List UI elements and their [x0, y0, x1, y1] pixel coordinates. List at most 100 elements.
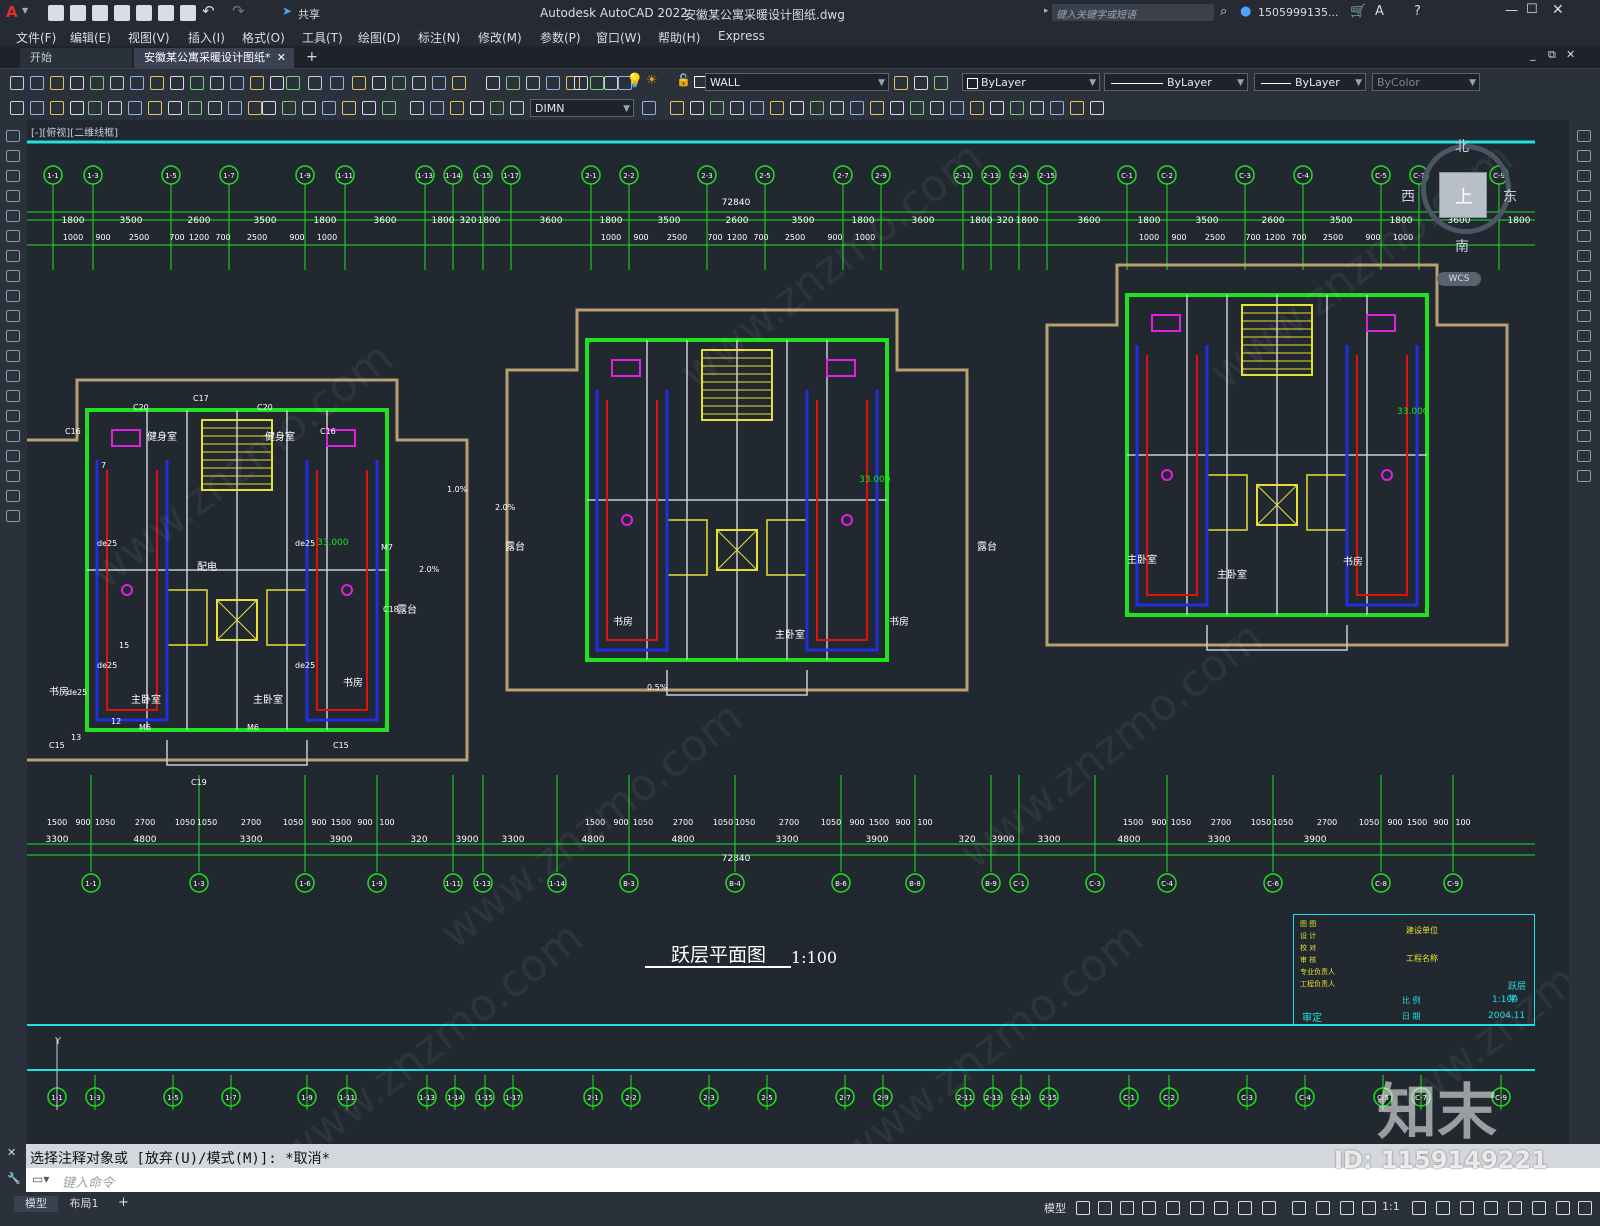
menu-4[interactable]: 格式(O)	[242, 29, 285, 46]
draw-palette-icon[interactable]	[6, 230, 20, 242]
status-toggle-icon[interactable]	[1166, 1201, 1180, 1215]
std-tool-icon[interactable]	[604, 76, 618, 90]
plotstyle-dropdown[interactable]: ByColor ▼	[1372, 73, 1480, 91]
draw-tool-icon[interactable]	[70, 101, 84, 115]
draw-tool-icon[interactable]	[1050, 101, 1064, 115]
std-tool-icon[interactable]	[452, 76, 466, 90]
status-toggle-icon[interactable]	[1076, 1201, 1090, 1215]
std-tool-icon[interactable]	[546, 76, 560, 90]
menu-5[interactable]: 工具(T)	[302, 29, 343, 46]
draw-tool-icon[interactable]	[910, 101, 924, 115]
modify-palette-icon[interactable]	[1577, 270, 1591, 282]
draw-palette-icon[interactable]	[6, 270, 20, 282]
std-tool-icon[interactable]	[308, 76, 322, 90]
std-tool-icon[interactable]	[170, 76, 184, 90]
new-tab-icon[interactable]: +	[306, 49, 318, 65]
draw-tool-icon[interactable]	[282, 101, 296, 115]
draw-tool-icon[interactable]	[470, 101, 484, 115]
dimstyle-dropdown[interactable]: DIMN ▼	[530, 99, 634, 117]
status-toggle-icon[interactable]	[1214, 1201, 1228, 1215]
draw-tool-icon[interactable]	[730, 101, 744, 115]
std-tool-icon[interactable]	[372, 76, 386, 90]
doc-minimize-icon[interactable]: _	[1530, 48, 1536, 61]
annotation-scale[interactable]: 1:1	[1382, 1200, 1400, 1213]
lock-icon[interactable]: 🔓	[676, 73, 691, 87]
draw-tool-icon[interactable]	[970, 101, 984, 115]
std-tool-icon[interactable]	[914, 76, 928, 90]
draw-tool-icon[interactable]	[1070, 101, 1084, 115]
std-tool-icon[interactable]	[110, 76, 124, 90]
std-tool-icon[interactable]	[330, 76, 344, 90]
draw-tool-icon[interactable]	[382, 101, 396, 115]
draw-tool-icon[interactable]	[930, 101, 944, 115]
draw-tool-icon[interactable]	[950, 101, 964, 115]
draw-palette-icon[interactable]	[6, 410, 20, 422]
status-toggle-icon[interactable]	[1340, 1201, 1354, 1215]
draw-palette-icon[interactable]	[6, 470, 20, 482]
status-toggle-icon[interactable]	[1508, 1201, 1522, 1215]
draw-palette-icon[interactable]	[6, 430, 20, 442]
draw-tool-icon[interactable]	[262, 101, 276, 115]
redo-icon[interactable]: ↷	[232, 2, 245, 20]
command-side-handle[interactable]: ✕ 🔧	[0, 1144, 26, 1192]
add-layout-button[interactable]: +	[118, 1195, 129, 1210]
modify-palette-icon[interactable]	[1577, 350, 1591, 362]
draw-tool-icon[interactable]	[1030, 101, 1044, 115]
draw-tool-icon[interactable]	[10, 101, 24, 115]
draw-palette-icon[interactable]	[6, 290, 20, 302]
search-expand-icon[interactable]: ▸	[1044, 6, 1049, 16]
draw-tool-icon[interactable]	[810, 101, 824, 115]
status-toggle-icon[interactable]	[1262, 1201, 1276, 1215]
draw-tool-icon[interactable]	[228, 101, 242, 115]
status-toggle-icon[interactable]	[1556, 1201, 1570, 1215]
menu-11[interactable]: 帮助(H)	[658, 29, 700, 46]
draw-tool-icon[interactable]	[30, 101, 44, 115]
std-tool-icon[interactable]	[270, 76, 284, 90]
modify-palette-icon[interactable]	[1577, 310, 1591, 322]
save-icon[interactable]	[92, 5, 108, 21]
cart-icon[interactable]: 🛒	[1350, 4, 1366, 19]
draw-palette-icon[interactable]	[6, 210, 20, 222]
draw-tool-icon[interactable]	[870, 101, 884, 115]
std-tool-icon[interactable]	[190, 76, 204, 90]
help-icon[interactable]: ?	[1414, 4, 1421, 19]
status-toggle-icon[interactable]	[1292, 1201, 1306, 1215]
draw-tool-icon[interactable]	[990, 101, 1004, 115]
draw-tool-icon[interactable]	[890, 101, 904, 115]
draw-tool-icon[interactable]	[690, 101, 704, 115]
menu-9[interactable]: 参数(P)	[540, 29, 581, 46]
draw-palette-icon[interactable]	[6, 130, 20, 142]
wcs-menu[interactable]: WCS	[1437, 272, 1481, 286]
draw-tool-icon[interactable]	[750, 101, 764, 115]
minimize-icon[interactable]: —	[1505, 3, 1518, 18]
std-tool-icon[interactable]	[392, 76, 406, 90]
menu-0[interactable]: 文件(F)	[16, 29, 56, 46]
help-search-input[interactable]: 键入关键字或短语	[1052, 4, 1214, 21]
draw-tool-icon[interactable]	[710, 101, 724, 115]
std-tool-icon[interactable]	[250, 76, 264, 90]
menu-10[interactable]: 窗口(W)	[596, 29, 641, 46]
menu-7[interactable]: 标注(N)	[418, 29, 460, 46]
status-toggle-icon[interactable]	[1484, 1201, 1498, 1215]
draw-palette-icon[interactable]	[6, 390, 20, 402]
autocad-logo-icon[interactable]: A	[6, 3, 18, 21]
draw-tool-icon[interactable]	[322, 101, 336, 115]
std-tool-icon[interactable]	[934, 76, 948, 90]
std-tool-icon[interactable]	[10, 76, 24, 90]
std-tool-icon[interactable]	[130, 76, 144, 90]
draw-palette-icon[interactable]	[6, 370, 20, 382]
draw-tool-icon[interactable]	[362, 101, 376, 115]
doc-close-icon[interactable]: ✕	[1566, 48, 1575, 61]
draw-tool-icon[interactable]	[850, 101, 864, 115]
modify-palette-icon[interactable]	[1577, 370, 1591, 382]
std-tool-icon[interactable]	[70, 76, 84, 90]
modify-palette-icon[interactable]	[1577, 250, 1591, 262]
draw-tool-icon[interactable]	[1010, 101, 1024, 115]
status-toggle-icon[interactable]	[1120, 1201, 1134, 1215]
modify-palette-icon[interactable]	[1577, 230, 1591, 242]
draw-palette-icon[interactable]	[6, 190, 20, 202]
maximize-icon[interactable]: ☐	[1526, 2, 1538, 17]
open-file-icon[interactable]	[70, 5, 86, 21]
share-icon[interactable]: ➤	[282, 4, 292, 18]
draw-tool-icon[interactable]	[770, 101, 784, 115]
